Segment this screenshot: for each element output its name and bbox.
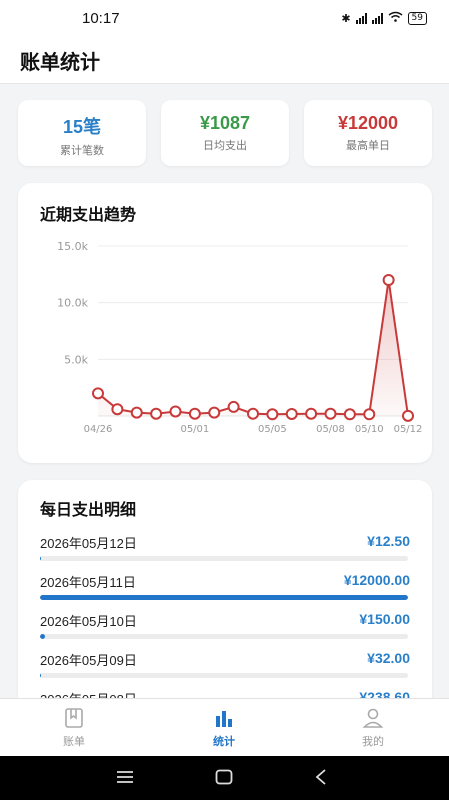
x-tick-label: 05/08	[316, 424, 345, 435]
series-line	[97, 279, 409, 416]
stat-card-count: 15笔 累计笔数	[18, 100, 146, 166]
amount-bar-fill	[40, 595, 408, 600]
page-title: 账单统计	[20, 50, 100, 74]
data-point	[305, 407, 318, 420]
row-amount: ¥12.50	[367, 533, 410, 549]
user-icon	[362, 708, 384, 728]
data-point	[363, 408, 376, 421]
nav-label: 账单	[63, 735, 85, 748]
stat-value: 15笔	[62, 117, 102, 137]
detail-row[interactable]: 2026年05月10日 ¥150.00	[40, 611, 410, 651]
y-tick-label: 10.0k	[57, 297, 88, 310]
detail-row[interactable]: 2026年05月12日 ¥12.50	[40, 533, 410, 573]
bar-chart-icon	[216, 711, 232, 727]
data-point	[285, 407, 298, 420]
status-bar: 10:17 ✱ 59	[0, 0, 449, 36]
x-tick-label: 05/05	[258, 424, 287, 435]
status-icons: ✱ 59	[341, 11, 427, 25]
data-point	[188, 407, 201, 420]
signal-icon	[355, 12, 367, 24]
nav-profile[interactable]: 我的	[333, 707, 413, 749]
nav-label: 统计	[213, 735, 235, 748]
home-icon[interactable]	[215, 769, 233, 785]
amount-bar-track	[40, 673, 408, 678]
data-point	[92, 387, 104, 400]
status-time: 10:17	[82, 10, 120, 27]
detail-row[interactable]: 2026年05月09日 ¥32.00	[40, 650, 410, 690]
row-date: 2026年05月12日	[40, 536, 137, 551]
amount-bar-track	[40, 595, 408, 600]
x-tick-label: 04/26	[84, 424, 113, 435]
detail-row[interactable]: 2026年05月11日 ¥12000.00	[40, 572, 410, 612]
stat-value: ¥1087	[199, 113, 251, 133]
bluetooth-icon: ✱	[341, 11, 351, 25]
daily-detail-card: 每日支出明细 2026年05月12日 ¥12.50 2026年05月11日 ¥1200…	[18, 480, 432, 710]
wifi-icon	[388, 11, 403, 25]
trend-chart-card: 近期支出趋势 15.0k 10.0k 5.0k 04/26 05/01 05/05 05/0…	[18, 183, 432, 463]
bottom-nav: 账单 统计 我的	[0, 698, 449, 756]
stat-value: ¥12000	[337, 113, 399, 133]
app-header: 账单统计	[0, 36, 449, 84]
data-point	[247, 407, 259, 420]
stat-label: 累计笔数	[60, 144, 104, 157]
row-amount: ¥12000.00	[343, 572, 410, 588]
data-point	[130, 406, 143, 419]
nav-stats[interactable]: 统计	[184, 707, 264, 749]
data-point	[382, 274, 395, 286]
data-point	[266, 408, 279, 421]
amount-bar-track	[40, 634, 408, 639]
menu-icon[interactable]	[116, 770, 134, 784]
row-date: 2026年05月11日	[40, 575, 136, 590]
stat-card-average: ¥1087 日均支出	[161, 100, 289, 166]
back-icon[interactable]	[314, 768, 328, 786]
row-date: 2026年05月10日	[40, 614, 137, 629]
y-tick-label: 15.0k	[57, 240, 88, 253]
stat-card-max: ¥12000 最高单日	[304, 100, 432, 166]
data-point	[402, 409, 414, 422]
row-date: 2026年05月09日	[40, 653, 137, 668]
amount-bar-track	[40, 556, 408, 561]
y-tick-label: 5.0k	[64, 353, 88, 366]
data-point	[150, 407, 163, 420]
series-area	[98, 280, 408, 416]
amount-bar-fill	[40, 673, 41, 678]
battery-icon: 59	[407, 11, 427, 25]
book-icon	[65, 708, 83, 728]
signal-icon	[371, 12, 383, 24]
data-point	[227, 400, 240, 413]
x-tick-label: 05/10	[355, 424, 384, 435]
row-amount: ¥32.00	[367, 650, 410, 666]
x-tick-label: 05/12	[394, 424, 423, 435]
x-tick-label: 05/01	[180, 424, 209, 435]
data-point	[111, 403, 124, 416]
nav-bills[interactable]: 账单	[34, 707, 114, 749]
data-point	[169, 405, 182, 418]
amount-bar-fill	[40, 634, 46, 639]
stat-label: 最高单日	[346, 139, 390, 152]
data-point	[208, 406, 221, 419]
row-amount: ¥150.00	[359, 611, 410, 627]
data-point	[343, 408, 356, 421]
data-point	[324, 407, 337, 420]
system-nav-bar	[0, 756, 449, 800]
detail-title: 每日支出明细	[40, 500, 137, 519]
stat-label: 日均支出	[203, 139, 247, 152]
trend-chart: 15.0k 10.0k 5.0k 04/26 05/01 05/05 05/08 05/10 0…	[57, 240, 423, 435]
nav-label: 我的	[362, 735, 384, 748]
